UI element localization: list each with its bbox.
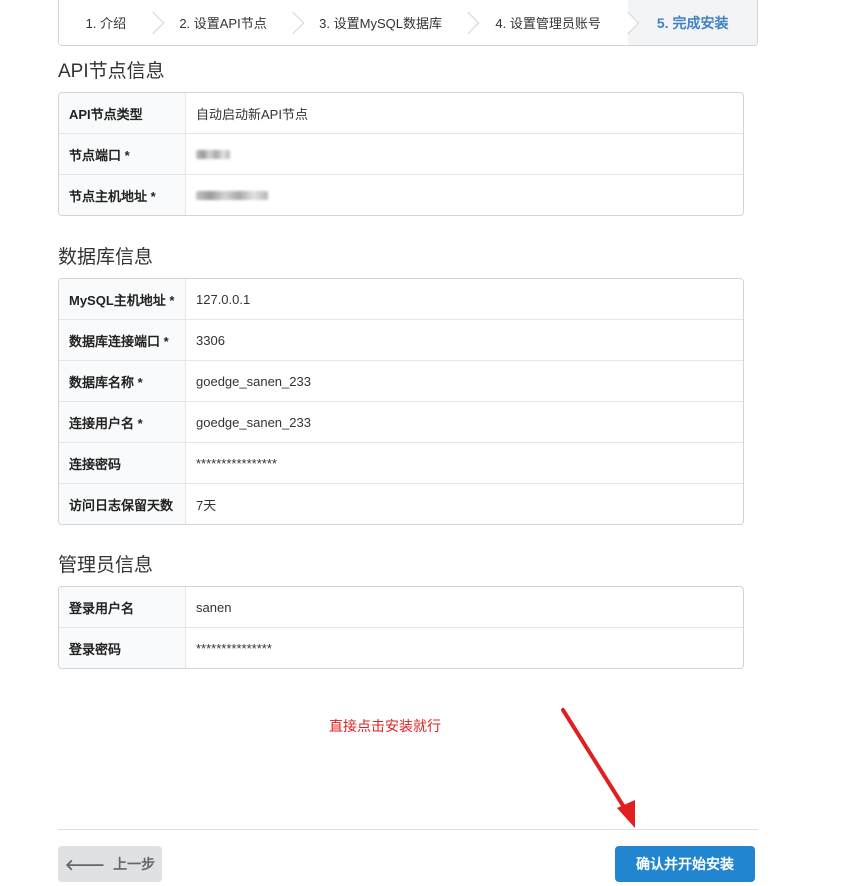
row-label: 节点主机地址 * bbox=[59, 175, 186, 215]
row-value: *************** bbox=[196, 640, 272, 656]
row-value: goedge_sanen_233 bbox=[196, 373, 311, 389]
db-section-title: 数据库信息 bbox=[58, 247, 154, 268]
db-info-table: MySQL主机地址 * 127.0.0.1 数据库连接端口 * 3306 数据库… bbox=[58, 278, 744, 525]
step-intro[interactable]: 1. 介绍 bbox=[59, 0, 153, 45]
annotation-arrow-icon bbox=[561, 708, 635, 828]
table-row: 节点端口 * bbox=[59, 133, 743, 174]
row-label: MySQL主机地址 * bbox=[59, 279, 186, 319]
table-row: 登录密码 *************** bbox=[59, 627, 743, 668]
row-value: sanen bbox=[196, 599, 232, 615]
table-row: 节点主机地址 * bbox=[59, 174, 743, 215]
confirm-install-button[interactable]: 确认并开始安装 bbox=[615, 846, 755, 882]
row-label: 登录用户名 bbox=[59, 587, 186, 627]
step-label: 5. 完成安装 bbox=[656, 14, 729, 31]
row-label: API节点类型 bbox=[59, 93, 186, 133]
admin-section-title: 管理员信息 bbox=[58, 555, 154, 576]
annotation-note: 直接点击安装就行 bbox=[329, 718, 441, 734]
table-row: 数据库连接端口 * 3306 bbox=[59, 319, 743, 360]
step-label: 3. 设置MySQL数据库 bbox=[319, 16, 442, 31]
row-label: 节点端口 * bbox=[59, 134, 186, 174]
table-row: 数据库名称 * goedge_sanen_233 bbox=[59, 360, 743, 401]
admin-info-table: 登录用户名 sanen 登录密码 *************** bbox=[58, 586, 744, 669]
confirm-install-label: 确认并开始安装 bbox=[636, 856, 734, 872]
api-section-title: API节点信息 bbox=[58, 61, 165, 82]
step-api-node[interactable]: 2. 设置API节点 bbox=[152, 0, 294, 45]
previous-step-button[interactable]: 🡐 上一步 bbox=[58, 846, 162, 882]
row-label: 数据库连接端口 * bbox=[59, 320, 186, 360]
redacted-host bbox=[196, 190, 268, 200]
redacted-port bbox=[196, 149, 230, 159]
step-finish[interactable]: 5. 完成安装 bbox=[628, 0, 757, 45]
step-label: 2. 设置API节点 bbox=[179, 16, 267, 31]
row-label: 连接用户名 * bbox=[59, 402, 186, 442]
row-value: 自动启动新API节点 bbox=[196, 106, 308, 122]
previous-step-label: 上一步 bbox=[113, 856, 156, 872]
step-mysql[interactable]: 3. 设置MySQL数据库 bbox=[293, 0, 468, 45]
row-label: 登录密码 bbox=[59, 628, 186, 668]
row-value: **************** bbox=[196, 455, 277, 471]
row-value: 127.0.0.1 bbox=[196, 291, 251, 307]
table-row: 登录用户名 sanen bbox=[59, 587, 743, 627]
api-info-table: API节点类型 自动启动新API节点 节点端口 * 节点主机地址 * bbox=[58, 92, 744, 216]
table-row: API节点类型 自动启动新API节点 bbox=[59, 93, 743, 133]
install-steps: 1. 介绍 2. 设置API节点 3. 设置MySQL数据库 4. 设置管理员账… bbox=[58, 0, 758, 46]
table-row: 访问日志保留天数 7天 bbox=[59, 483, 743, 524]
row-value: 7天 bbox=[196, 497, 217, 513]
row-label: 数据库名称 * bbox=[59, 361, 186, 401]
table-row: MySQL主机地址 * 127.0.0.1 bbox=[59, 279, 743, 319]
table-row: 连接密码 **************** bbox=[59, 442, 743, 483]
row-value: 3306 bbox=[196, 332, 225, 348]
step-label: 1. 介绍 bbox=[85, 16, 127, 31]
row-value: goedge_sanen_233 bbox=[196, 414, 311, 430]
table-row: 连接用户名 * goedge_sanen_233 bbox=[59, 401, 743, 442]
step-admin-account[interactable]: 4. 设置管理员账号 bbox=[467, 0, 629, 45]
row-value-redacted bbox=[186, 134, 743, 174]
row-label: 访问日志保留天数 bbox=[59, 484, 186, 524]
arrow-left-icon: 🡐 bbox=[64, 856, 106, 874]
footer-divider bbox=[58, 829, 758, 830]
row-value-redacted bbox=[186, 175, 743, 215]
row-label: 连接密码 bbox=[59, 443, 186, 483]
step-label: 4. 设置管理员账号 bbox=[495, 16, 601, 31]
